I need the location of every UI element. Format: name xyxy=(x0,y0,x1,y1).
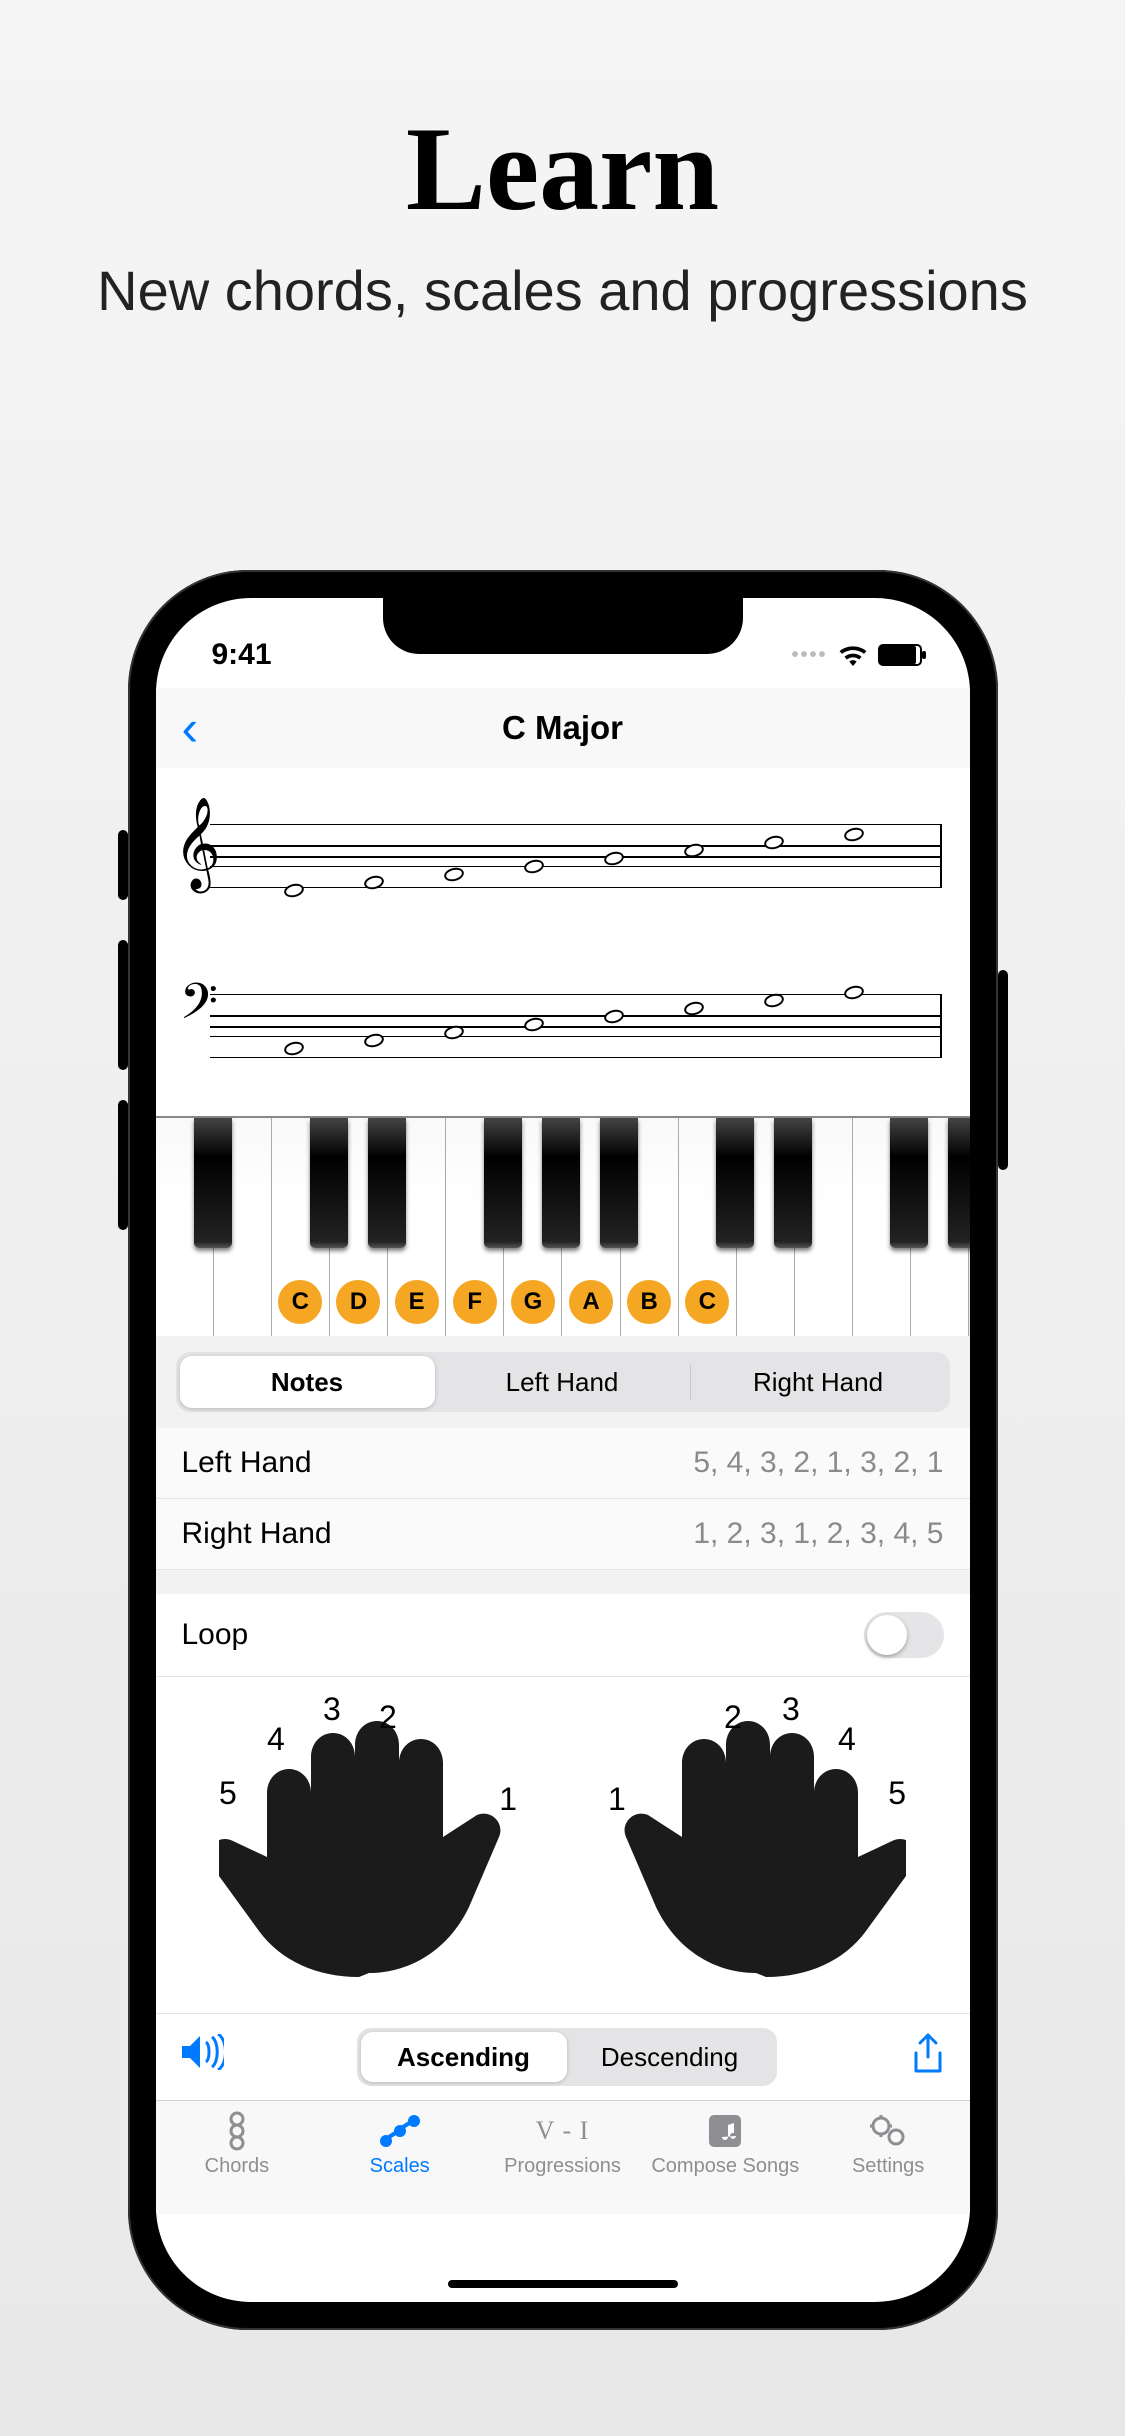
note-marker: D xyxy=(336,1280,380,1324)
loop-label: Loop xyxy=(182,1618,249,1652)
notch xyxy=(383,598,743,654)
page-title: C Major xyxy=(502,709,623,747)
loop-toggle[interactable] xyxy=(864,1612,944,1658)
finger-number: 1 xyxy=(499,1781,517,1818)
black-key[interactable] xyxy=(310,1118,348,1248)
tab-label: Compose Songs xyxy=(651,2155,799,2178)
note-marker: A xyxy=(569,1280,613,1324)
scales-icon xyxy=(378,2111,422,2151)
marketing-subtitle: New chords, scales and progressions xyxy=(0,258,1125,323)
right-hand-label: Right Hand xyxy=(182,1517,332,1551)
finger-number: 5 xyxy=(888,1775,906,1812)
piano-keyboard[interactable]: C D E F G A B C xyxy=(156,1116,970,1336)
loop-row: Loop xyxy=(156,1594,970,1677)
chords-icon xyxy=(223,2111,251,2151)
finger-number: 4 xyxy=(267,1721,285,1758)
seg-right-hand[interactable]: Right Hand xyxy=(691,1356,946,1408)
compose-icon xyxy=(707,2111,743,2151)
tab-label: Chords xyxy=(205,2155,269,2178)
hand-icon xyxy=(219,1703,519,1983)
tab-label: Progressions xyxy=(504,2155,621,2178)
play-sound-button[interactable] xyxy=(180,2034,224,2080)
direction-segmented[interactable]: Ascending Descending xyxy=(357,2028,777,2086)
tab-compose[interactable]: Compose Songs xyxy=(644,2111,807,2178)
nav-bar: ‹ C Major xyxy=(156,688,970,768)
finger-number: 2 xyxy=(724,1699,742,1736)
note-marker: E xyxy=(395,1280,439,1324)
note-marker: B xyxy=(627,1280,671,1324)
note-marker: F xyxy=(453,1280,497,1324)
black-key[interactable] xyxy=(542,1118,580,1248)
right-hand-value: 1, 2, 3, 1, 2, 3, 4, 5 xyxy=(693,1517,943,1551)
black-key[interactable] xyxy=(716,1118,754,1248)
black-key[interactable] xyxy=(194,1118,232,1248)
tab-label: Scales xyxy=(370,2155,430,2178)
phone-frame: 9:41 •••• ‹ C Major 𝄞 xyxy=(128,570,998,2330)
status-time: 9:41 xyxy=(212,638,272,672)
left-hand-label: Left Hand xyxy=(182,1446,312,1480)
seg-descending[interactable]: Descending xyxy=(567,2032,773,2082)
right-hand-row: Right Hand 1, 2, 3, 1, 2, 3, 4, 5 xyxy=(156,1499,970,1570)
black-key[interactable] xyxy=(600,1118,638,1248)
finger-number: 3 xyxy=(323,1691,341,1728)
side-button xyxy=(118,940,128,1070)
view-mode-segmented[interactable]: Notes Left Hand Right Hand xyxy=(176,1352,950,1412)
left-hand-diagram: 1 2 3 4 5 xyxy=(219,1703,519,1983)
progressions-icon: V - I xyxy=(536,2111,590,2151)
tab-chords[interactable]: Chords xyxy=(156,2111,319,2178)
note-marker: G xyxy=(511,1280,555,1324)
battery-icon xyxy=(878,644,922,666)
tab-progressions[interactable]: V - I Progressions xyxy=(481,2111,644,2178)
tab-settings[interactable]: Settings xyxy=(807,2111,970,2178)
black-key[interactable] xyxy=(948,1118,970,1248)
tab-bar: Chords Scales V - I Progressions Compose… xyxy=(156,2100,970,2214)
finger-number: 5 xyxy=(219,1775,237,1812)
black-key[interactable] xyxy=(484,1118,522,1248)
note-marker: C xyxy=(685,1280,729,1324)
finger-number: 4 xyxy=(838,1721,856,1758)
seg-notes[interactable]: Notes xyxy=(180,1356,435,1408)
side-button xyxy=(998,970,1008,1170)
wifi-icon xyxy=(838,644,868,666)
black-key[interactable] xyxy=(774,1118,812,1248)
tab-scales[interactable]: Scales xyxy=(318,2111,481,2178)
back-button[interactable]: ‹ xyxy=(182,699,199,757)
seg-ascending[interactable]: Ascending xyxy=(361,2032,567,2082)
hands-diagram: 1 2 3 4 5 1 2 3 4 5 xyxy=(156,1677,970,2013)
side-button xyxy=(118,1100,128,1230)
left-hand-row: Left Hand 5, 4, 3, 2, 1, 3, 2, 1 xyxy=(156,1428,970,1499)
finger-number: 2 xyxy=(379,1699,397,1736)
marketing-title: Learn xyxy=(0,100,1125,238)
right-hand-diagram: 1 2 3 4 5 xyxy=(606,1703,906,1983)
hand-icon xyxy=(606,1703,906,1983)
black-key[interactable] xyxy=(368,1118,406,1248)
left-hand-value: 5, 4, 3, 2, 1, 3, 2, 1 xyxy=(693,1446,943,1480)
cellular-dots-icon: •••• xyxy=(791,644,827,667)
share-button[interactable] xyxy=(910,2033,946,2082)
tab-label: Settings xyxy=(852,2155,924,2178)
staff-notation: 𝄞 𝄢 xyxy=(156,768,970,1116)
side-button xyxy=(118,830,128,900)
note-marker: C xyxy=(278,1280,322,1324)
seg-left-hand[interactable]: Left Hand xyxy=(435,1356,690,1408)
finger-number: 1 xyxy=(608,1781,626,1818)
settings-icon xyxy=(868,2111,908,2151)
finger-number: 3 xyxy=(782,1691,800,1728)
home-indicator[interactable] xyxy=(448,2280,678,2288)
black-key[interactable] xyxy=(890,1118,928,1248)
